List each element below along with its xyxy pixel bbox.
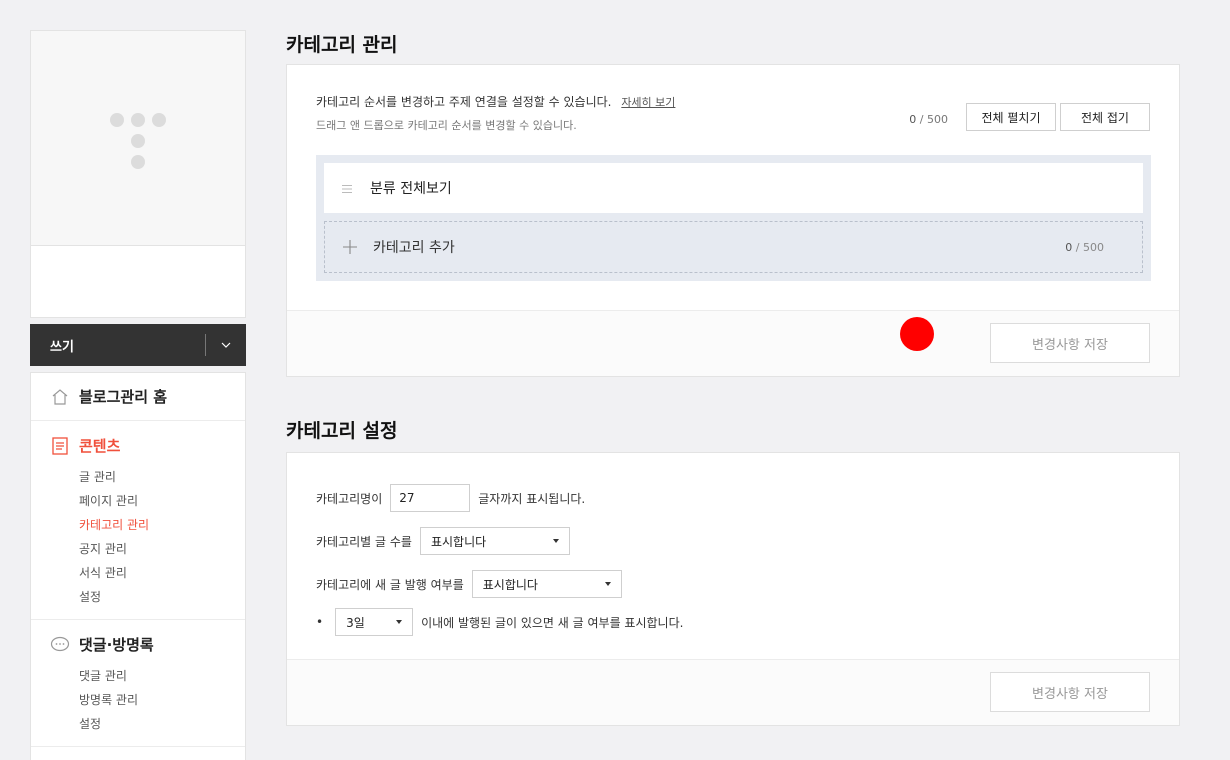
sidebar-subitem-guestbook[interactable]: 방명록 관리	[79, 688, 245, 712]
category-count: 0 / 500	[909, 113, 948, 126]
speech-bubble-icon	[50, 635, 70, 655]
name-length-input[interactable]: 27	[390, 484, 471, 512]
select-value: 표시합니다	[430, 534, 487, 549]
sidebar-subitem-posts[interactable]: 글 관리	[79, 465, 245, 489]
blog-profile-card	[30, 30, 246, 318]
sidebar-item-label: 콘텐츠	[79, 437, 121, 455]
sidebar-subitem-templates[interactable]: 서식 관리	[79, 561, 245, 585]
bullet: •	[316, 615, 324, 629]
tistory-logo-icon	[110, 113, 166, 169]
write-bar: 쓰기	[30, 324, 246, 366]
sidebar-subitem-content-settings[interactable]: 설정	[79, 585, 245, 609]
sidebar-subitem-pages[interactable]: 페이지 관리	[79, 489, 245, 513]
name-length-row: 카테고리명이 27 글자까지 표시됩니다.	[316, 484, 585, 512]
category-settings-panel: 카테고리명이 27 글자까지 표시됩니다. 카테고리별 글 수를 표시합니다 카…	[286, 452, 1180, 726]
expand-all-button[interactable]: 전체 펼치기	[966, 103, 1056, 131]
sidebar-item-comments[interactable]: 댓글·방명록	[50, 634, 245, 655]
description-text: 카테고리 순서를 변경하고 주제 연결을 설정할 수 있습니다.	[316, 95, 612, 109]
sidebar-subitem-comment-settings[interactable]: 설정	[79, 712, 245, 736]
add-category-label: 카테고리 추가	[373, 240, 455, 256]
category-tree: 분류 전체보기 카테고리 추가 0 / 500	[316, 155, 1151, 281]
save-changes-button[interactable]: 변경사항 저장	[990, 323, 1150, 363]
new-post-row: 카테고리에 새 글 발행 여부를 표시합니다	[316, 570, 630, 598]
new-post-select[interactable]: 표시합니다	[471, 570, 622, 598]
add-category-count: 0 / 500	[1065, 241, 1104, 254]
count-current: 0	[1065, 240, 1073, 254]
caret-down-icon	[604, 582, 611, 586]
collapse-all-button[interactable]: 전체 접기	[1060, 103, 1150, 131]
blog-profile-image[interactable]	[31, 31, 245, 246]
sidebar-subitem-comments[interactable]: 댓글 관리	[79, 664, 245, 688]
select-value: 3일	[346, 615, 365, 630]
category-manage-description: 카테고리 순서를 변경하고 주제 연결을 설정할 수 있습니다. 자세히 보기	[316, 93, 675, 110]
category-settings-title: 카테고리 설정	[286, 420, 398, 442]
write-dropdown-button[interactable]	[206, 324, 246, 366]
chevron-down-icon	[221, 342, 231, 348]
category-manage-title: 카테고리 관리	[286, 34, 398, 56]
sidebar-subitem-notices[interactable]: 공지 관리	[79, 537, 245, 561]
caret-down-icon	[396, 620, 403, 624]
category-root-row[interactable]: 분류 전체보기	[324, 163, 1143, 213]
days-suffix: 이내에 발행된 글이 있으면 새 글 여부를 표시합니다.	[421, 615, 684, 630]
count-max: / 500	[919, 113, 948, 126]
count-max: / 500	[1075, 240, 1104, 254]
sidebar-item-contents[interactable]: 콘텐츠	[50, 435, 245, 456]
post-count-row: 카테고리별 글 수를 표시합니다	[316, 527, 578, 555]
select-value: 표시합니다	[482, 577, 538, 592]
sidebar-item-label: 블로그관리 홈	[79, 388, 168, 406]
count-current: 0	[909, 113, 917, 126]
cursor-marker	[900, 317, 934, 351]
caret-down-icon	[552, 539, 559, 543]
category-manage-footer: 변경사항 저장	[287, 310, 1179, 376]
write-button[interactable]: 쓰기	[30, 336, 205, 355]
sidebar-subitem-categories[interactable]: 카테고리 관리	[79, 513, 245, 537]
sidebar-item-home[interactable]: 블로그관리 홈	[50, 386, 167, 407]
drag-hint: 드래그 앤 드롭으로 카테고리 순서를 변경할 수 있습니다.	[316, 119, 577, 132]
sidebar-menu: 블로그관리 홈 콘텐츠 글 관리 페이지 관리 카테고리 관리 공지 관리 서식…	[30, 372, 246, 760]
post-count-label: 카테고리별 글 수를	[316, 534, 412, 549]
name-length-label: 카테고리명이	[316, 491, 383, 506]
drag-handle-icon[interactable]	[341, 179, 353, 198]
new-post-days-row: • 3일 이내에 발행된 글이 있으면 새 글 여부를 표시합니다.	[316, 608, 683, 636]
document-icon	[50, 436, 70, 456]
category-settings-footer: 변경사항 저장	[287, 659, 1179, 725]
save-settings-button[interactable]: 변경사항 저장	[990, 672, 1150, 712]
category-manage-panel: 카테고리 순서를 변경하고 주제 연결을 설정할 수 있습니다. 자세히 보기 …	[286, 64, 1180, 377]
sidebar-item-label: 댓글·방명록	[79, 636, 154, 654]
days-select[interactable]: 3일	[335, 608, 414, 636]
name-length-suffix: 글자까지 표시됩니다.	[478, 491, 586, 506]
add-category-button[interactable]: 카테고리 추가 0 / 500	[324, 221, 1143, 273]
post-count-select[interactable]: 표시합니다	[419, 527, 570, 555]
category-root-label: 분류 전체보기	[370, 181, 452, 197]
detail-link[interactable]: 자세히 보기	[621, 96, 675, 109]
plus-icon	[343, 240, 357, 254]
home-icon	[50, 387, 70, 407]
new-post-label: 카테고리에 새 글 발행 여부를	[316, 577, 464, 592]
